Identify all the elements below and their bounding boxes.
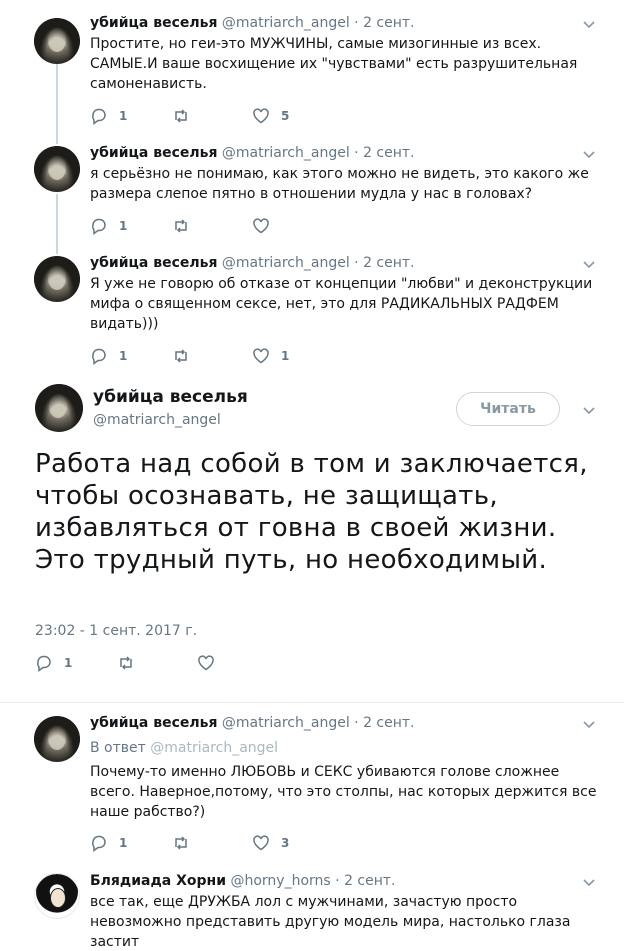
- chevron-down-icon[interactable]: [582, 874, 596, 888]
- reply-icon: [37, 655, 51, 672]
- author-handle[interactable]: @matriarch_angel: [222, 255, 350, 271]
- reply-to-label: В ответ: [90, 740, 146, 756]
- chevron-down-icon[interactable]: [582, 256, 596, 270]
- author-name[interactable]: убийца веселья: [90, 715, 217, 731]
- tweet[interactable]: убийца веселья @matriarch_angel · 2 сент…: [0, 240, 624, 370]
- retweet-button[interactable]: [172, 216, 190, 236]
- retweet-icon: [175, 109, 187, 123]
- reply-count: 1: [119, 109, 128, 123]
- avatar[interactable]: [35, 384, 83, 432]
- reply-count: 1: [119, 836, 128, 850]
- heart-icon: [198, 655, 214, 671]
- retweet-button[interactable]: [172, 106, 190, 126]
- timestamp[interactable]: 2 сент.: [363, 715, 414, 731]
- author-handle[interactable]: @horny_horns: [230, 873, 330, 889]
- avatar[interactable]: [34, 256, 80, 302]
- author-handle[interactable]: @matriarch_angel: [93, 411, 221, 429]
- retweet-button[interactable]: [117, 653, 135, 673]
- avatar[interactable]: [34, 716, 80, 762]
- timestamp[interactable]: 2 сент.: [363, 255, 414, 271]
- reply-count: 1: [64, 656, 73, 670]
- retweet-button[interactable]: [172, 346, 190, 366]
- reply-button[interactable]: 1: [90, 833, 127, 853]
- tweet-header: убийца веселья @matriarch_angel · 2 сент…: [90, 714, 415, 732]
- reply-icon: [92, 348, 106, 365]
- heart-icon: [253, 218, 269, 234]
- author-name[interactable]: убийца веселья: [90, 15, 217, 31]
- author-name[interactable]: убийца веселья: [93, 386, 248, 408]
- tweet-header: убийца веселья @matriarch_angel · 2 сент…: [90, 14, 415, 32]
- avatar[interactable]: [34, 873, 80, 919]
- avatar[interactable]: [34, 146, 80, 192]
- author-handle[interactable]: @matriarch_angel: [222, 15, 350, 31]
- main-tweet: убийца веселья @matriarch_angel Читать Р…: [0, 370, 624, 702]
- reply-button[interactable]: 1: [35, 653, 72, 673]
- reply-button[interactable]: 1: [90, 346, 127, 366]
- reply-icon: [92, 108, 106, 125]
- follow-button[interactable]: Читать: [456, 392, 560, 426]
- tweet[interactable]: убийца веселья @matriarch_angel · 2 сент…: [0, 130, 624, 240]
- reply-button[interactable]: 1: [90, 216, 127, 236]
- reply-count: 1: [119, 349, 128, 363]
- reply-to-handle[interactable]: @matriarch_angel: [150, 740, 278, 756]
- tweet-header: убийца веселья @matriarch_angel · 2 сент…: [90, 254, 415, 272]
- chevron-down-icon[interactable]: [582, 16, 596, 30]
- tweet[interactable]: убийца веселья @matriarch_angel · 2 сент…: [0, 0, 624, 130]
- like-button[interactable]: 3: [252, 833, 289, 853]
- tweet-date[interactable]: 23:02 - 1 сент. 2017 г.: [35, 622, 197, 640]
- like-count: 5: [281, 109, 290, 123]
- reply-tweet[interactable]: убийца веселья @matriarch_angel · 2 сент…: [0, 710, 624, 865]
- retweet-button[interactable]: [172, 833, 190, 853]
- retweet-icon: [175, 219, 187, 233]
- author-handle[interactable]: @matriarch_angel: [222, 145, 350, 161]
- heart-icon: [253, 835, 269, 851]
- separator: ·: [354, 145, 359, 161]
- tweet-text: я серьёзно не понимаю, как этого можно н…: [90, 166, 589, 202]
- separator: ·: [354, 15, 359, 31]
- heart-icon: [253, 108, 269, 124]
- chevron-down-icon[interactable]: [582, 716, 596, 730]
- tweet-text: Простите, но геи-это МУЖЧИНЫ, самые мизо…: [90, 36, 578, 92]
- divider: [0, 702, 624, 710]
- tweet-header: убийца веселья @matriarch_angel · 2 сент…: [90, 144, 415, 162]
- reply-tweet[interactable]: Блядиада Хорни @horny_horns · 2 сент. вс…: [0, 865, 624, 951]
- avatar[interactable]: [34, 18, 80, 64]
- tweet-text: Почему-то именно ЛЮБОВЬ и СЕКС убиваются…: [90, 764, 597, 820]
- chevron-down-icon[interactable]: [582, 402, 596, 416]
- reply-button[interactable]: 1: [90, 106, 127, 126]
- author-name[interactable]: убийца веселья: [90, 145, 217, 161]
- reply-count: 1: [119, 219, 128, 233]
- main-tweet-text: Работа над собой в том и заключается, чт…: [35, 449, 588, 575]
- like-button[interactable]: 1: [252, 346, 289, 366]
- like-button[interactable]: 5: [252, 106, 289, 126]
- author-name[interactable]: Блядиада Хорни: [90, 873, 226, 889]
- retweet-icon: [175, 836, 187, 850]
- author-handle[interactable]: @matriarch_angel: [222, 715, 350, 731]
- tweet-text: все так, еще ДРУЖБА лол с мужчинами, зач…: [90, 894, 571, 950]
- tweet-text: Я уже не говорю об отказе от концепции "…: [90, 276, 593, 332]
- separator: ·: [354, 715, 359, 731]
- like-count: 3: [281, 836, 290, 850]
- chevron-down-icon[interactable]: [582, 146, 596, 160]
- like-button[interactable]: [197, 653, 215, 673]
- reply-context: В ответ @matriarch_angel: [90, 739, 278, 757]
- separator: ·: [335, 873, 340, 889]
- author-name[interactable]: убийца веселья: [90, 255, 217, 271]
- tweet-header: Блядиада Хорни @horny_horns · 2 сент.: [90, 872, 396, 890]
- like-count: 1: [281, 349, 290, 363]
- timestamp[interactable]: 2 сент.: [363, 15, 414, 31]
- retweet-icon: [120, 656, 132, 670]
- separator: ·: [354, 255, 359, 271]
- retweet-icon: [175, 349, 187, 363]
- reply-icon: [92, 835, 106, 852]
- timestamp[interactable]: 2 сент.: [344, 873, 395, 889]
- like-button[interactable]: [252, 216, 270, 236]
- reply-icon: [92, 218, 106, 235]
- heart-icon: [253, 348, 269, 364]
- timestamp[interactable]: 2 сент.: [363, 145, 414, 161]
